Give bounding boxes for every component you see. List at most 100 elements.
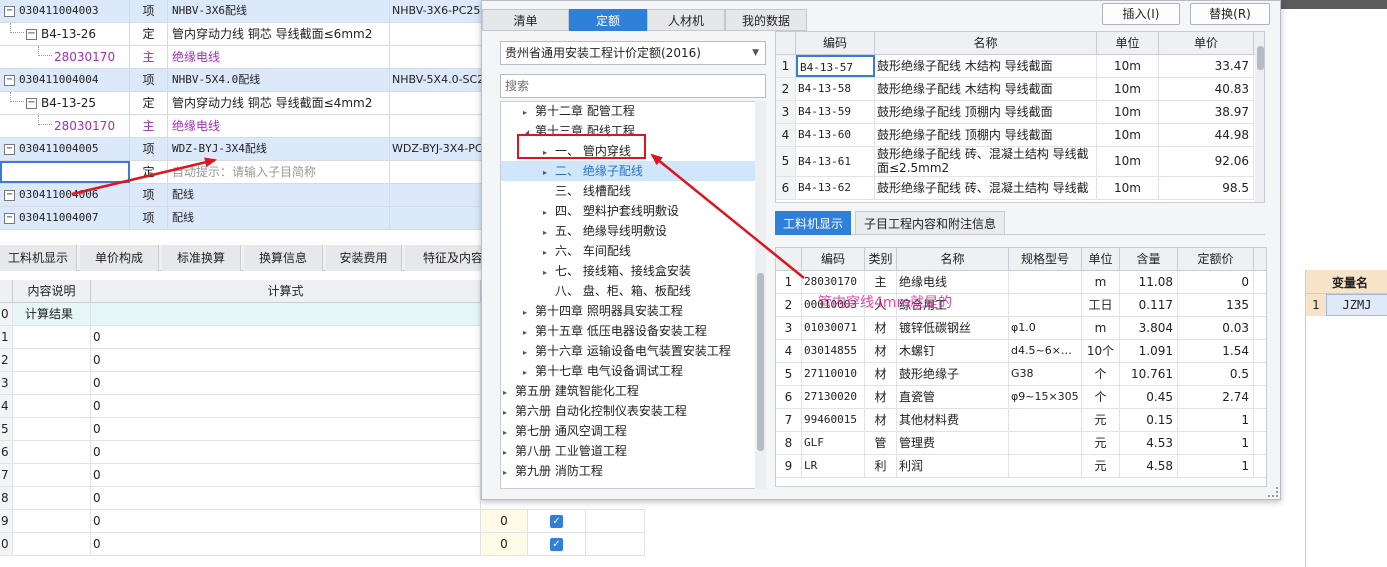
expand-arrow-icon[interactable]: ▸ xyxy=(523,363,535,383)
tree-node[interactable]: ▸ 二、 绝缘子配线 xyxy=(501,161,755,181)
expand-arrow-icon[interactable]: ▸ xyxy=(503,423,515,443)
quota-row[interactable]: 2B4-13-58鼓形绝缘子配线 木结构 导线截面≤6mm210m40.83 xyxy=(776,78,1254,101)
bill-row-name[interactable]: 绝缘电线 xyxy=(168,115,390,137)
bill-row[interactable]: −030411004007 项配线 xyxy=(0,207,487,230)
bill-row-code[interactable]: 28030170 xyxy=(0,46,130,68)
collapse-icon[interactable]: − xyxy=(4,5,15,17)
calc-row-formula[interactable]: 0 xyxy=(91,418,481,440)
bottom-tab[interactable]: 工料机显示 xyxy=(0,245,77,271)
tree-node[interactable]: ▸ 第八册 工业管道工程 xyxy=(503,441,627,461)
tree-node[interactable]: ▸ 七、 接线箱、接线盒安装 xyxy=(543,261,691,281)
dialog-tab[interactable]: 我的数据 xyxy=(725,9,807,31)
bill-row[interactable]: − B4-13-26 定管内穿动力线 铜芯 导线截面≤6mm2 xyxy=(0,23,487,46)
tree-node[interactable]: ▸ 第十七章 电气设备调试工程 xyxy=(523,361,683,381)
bottom-tab[interactable]: 标准换算 xyxy=(162,245,241,271)
tree-node[interactable]: 三、 线槽配线 xyxy=(543,181,631,201)
calc-row-formula[interactable]: 0 xyxy=(91,533,481,555)
bill-row-code[interactable]: 28030170 xyxy=(0,115,130,137)
material-row[interactable]: 5 27110010 材鼓形绝缘子 G38 个 10.761 0.5 xyxy=(776,363,1266,386)
collapse-icon[interactable]: − xyxy=(4,189,15,201)
quota-row[interactable]: 4B4-13-60鼓形绝缘子配线 顶棚内 导线截面≤6mm210m44.98 xyxy=(776,124,1254,147)
bottom-tab[interactable]: 安装费用 xyxy=(326,245,402,271)
material-row[interactable]: 3 01030071 材镀锌低碳钢丝 φ1.0 m 3.804 0.03 xyxy=(776,317,1266,340)
tree-node[interactable]: ▸ 第十二章 配管工程 xyxy=(523,102,635,123)
bill-row-code[interactable]: −030411004003 xyxy=(0,0,130,22)
tree-node[interactable]: ▸ 第十四章 照明器具安装工程 xyxy=(523,301,683,321)
expand-arrow-icon[interactable]: ▸ xyxy=(523,103,535,123)
variable-row-value[interactable]: JZMJ xyxy=(1326,294,1387,316)
calc-row-formula[interactable]: 0 xyxy=(91,441,481,463)
tree-node[interactable]: ▸ 五、 绝缘导线明敷设 xyxy=(543,221,667,241)
quota-row[interactable]: 1B4-13-57鼓形绝缘子配线 木结构 导线截面≤2.5mm210m33.47 xyxy=(776,55,1254,78)
bill-row[interactable]: −030411004005 项 WDZ-BYJ-3X4配线 WDZ-BYJ-3X4-P… xyxy=(0,138,487,161)
quota-input-hint[interactable]: 自动提示：请输入子目简称 xyxy=(168,161,390,183)
quota-row[interactable]: 5 B4-13-61 鼓形绝缘子配线 砖、混凝土结构 导线截面≤2.5mm2 10m 9… xyxy=(776,147,1254,177)
calc-row-formula[interactable]: 0 xyxy=(91,326,481,348)
collapse-icon[interactable]: − xyxy=(26,98,37,109)
calc-row-formula[interactable]: 0 xyxy=(91,464,481,486)
expand-arrow-icon[interactable]: ▸ xyxy=(503,463,515,483)
bill-row-code[interactable]: − B4-13-26 xyxy=(0,23,130,45)
dialog-tab[interactable]: 人材机 xyxy=(647,9,725,31)
bottom-tab[interactable]: 单价构成 xyxy=(80,245,159,271)
bill-row[interactable]: −030411004006 项配线 xyxy=(0,184,487,207)
calc-row-formula[interactable]: 0 xyxy=(91,349,481,371)
tree-scroll-thumb[interactable] xyxy=(757,273,764,451)
collapse-icon[interactable]: − xyxy=(4,74,15,86)
bill-row-name[interactable]: NHBV-3X6配线 xyxy=(168,0,390,22)
bottom-tab[interactable]: 换算信息 xyxy=(244,245,323,271)
expand-arrow-icon[interactable]: ▸ xyxy=(523,303,535,323)
bill-row-code[interactable]: −030411004004 xyxy=(0,69,130,91)
bill-row-name[interactable]: 绝缘电线 xyxy=(168,46,390,68)
bill-row-name[interactable]: NHBV-5X4.0配线 xyxy=(168,69,390,91)
replace-button[interactable]: 替换(R) xyxy=(1190,3,1270,25)
bill-row-code[interactable]: −030411004005 xyxy=(0,138,130,160)
dialog-tab[interactable]: 定额 xyxy=(569,9,647,31)
bill-row[interactable]: 28030170 主绝缘电线 xyxy=(0,46,487,69)
bill-row-name[interactable]: 配线 xyxy=(168,207,390,229)
tree-node[interactable]: ▸ 第七册 通风空调工程 xyxy=(503,421,627,441)
expand-arrow-icon[interactable]: ▸ xyxy=(503,383,515,403)
checkbox-checked-icon[interactable]: ✓ xyxy=(550,515,563,528)
material-tab[interactable]: 子目工程内容和附注信息 xyxy=(855,211,1005,235)
tree-node[interactable]: ▸ 第九册 消防工程 xyxy=(503,461,603,481)
bill-row[interactable]: −030411004003 项 NHBV-3X6配线 NHBV-3X6-PC25 xyxy=(0,0,487,23)
quota-row[interactable]: 3B4-13-59鼓形绝缘子配线 顶棚内 导线截面≤2.5mm210m38.97 xyxy=(776,101,1254,124)
quota-list-scrollbar[interactable] xyxy=(1255,32,1264,202)
bill-row-code[interactable] xyxy=(0,161,130,183)
calc-row-formula[interactable] xyxy=(91,303,481,325)
material-row[interactable]: 4 03014855 材木螺钉 d4.5~6×… 10个 1.091 1.54 xyxy=(776,340,1266,363)
bill-row-name[interactable]: 管内穿动力线 铜芯 导线截面≤4mm2 xyxy=(168,92,390,114)
collapse-icon[interactable]: − xyxy=(26,29,37,40)
calc-row-value[interactable]: 0 xyxy=(481,510,528,532)
bill-row-code[interactable]: − B4-13-25 xyxy=(0,92,130,114)
collapse-icon[interactable]: − xyxy=(4,212,15,224)
bill-row[interactable]: 28030170 主绝缘电线 xyxy=(0,115,487,138)
bill-row-name[interactable]: WDZ-BYJ-3X4配线 xyxy=(168,138,390,160)
expand-arrow-icon[interactable]: ▸ xyxy=(523,323,535,343)
tree-node[interactable]: ▸ 第六册 自动化控制仪表安装工程 xyxy=(503,401,687,421)
bill-row-name[interactable]: 管内穿动力线 铜芯 导线截面≤6mm2 xyxy=(168,23,390,45)
calc-row-check-cell[interactable]: ✓ xyxy=(528,533,586,555)
calc-row-formula[interactable]: 0 xyxy=(91,510,481,532)
bill-row[interactable]: −030411004004 项 NHBV-5X4.0配线 NHBV-5X4.0-SC2… xyxy=(0,69,487,92)
bill-row[interactable]: 定自动提示：请输入子目简称 xyxy=(0,161,487,184)
tree-node[interactable]: ▸ 六、 车间配线 xyxy=(543,241,631,261)
quota-scroll-thumb[interactable] xyxy=(1257,46,1264,70)
bill-row-code[interactable]: −030411004006 xyxy=(0,184,130,206)
dialog-tab[interactable]: 清单 xyxy=(482,9,569,31)
bill-row-code[interactable]: −030411004007 xyxy=(0,207,130,229)
expand-arrow-icon[interactable]: ▸ xyxy=(543,263,555,283)
tree-node[interactable]: 八、 盘、柜、箱、板配线 xyxy=(543,281,691,301)
expand-arrow-icon[interactable]: ▸ xyxy=(543,163,555,183)
material-row[interactable]: 7 99460015 材其他材料费 元 0.15 1 xyxy=(776,409,1266,432)
expand-arrow-icon[interactable]: ▸ xyxy=(523,343,535,363)
insert-button[interactable]: 插入(I) xyxy=(1102,3,1180,25)
search-input[interactable] xyxy=(500,74,766,98)
quota-library-select[interactable]: 贵州省通用安装工程计价定额(2016) ▼ xyxy=(500,41,766,65)
resize-handle[interactable] xyxy=(1268,487,1278,497)
calc-row-check-cell[interactable]: ✓ xyxy=(528,510,586,532)
expand-arrow-icon[interactable]: ▸ xyxy=(543,243,555,263)
bill-row-name[interactable]: 配线 xyxy=(168,184,390,206)
tree-node[interactable]: ▸ 四、 塑料护套线明敷设 xyxy=(543,201,679,221)
